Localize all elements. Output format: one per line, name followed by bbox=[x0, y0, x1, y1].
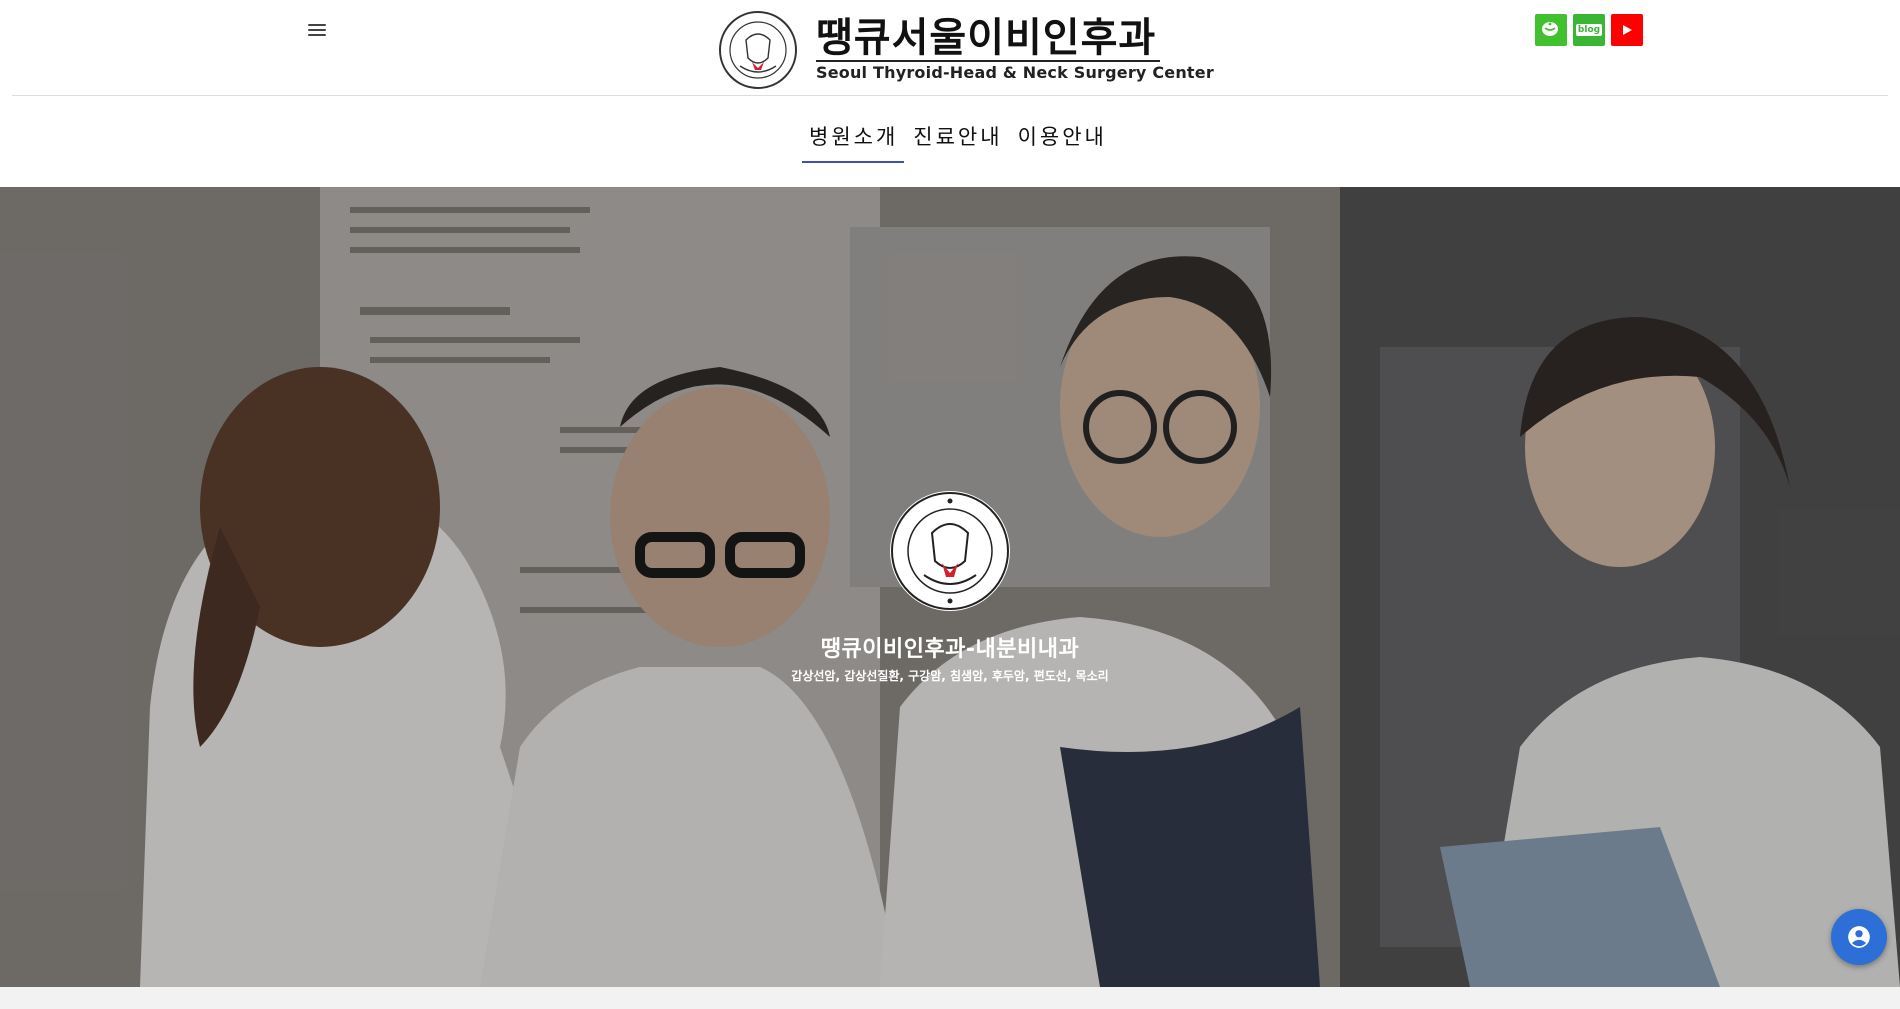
play-icon bbox=[1623, 25, 1632, 35]
logo-title: 땡큐서울이비인후과 bbox=[816, 15, 1157, 61]
cafe-link[interactable] bbox=[1535, 14, 1567, 46]
logo-subtitle: Seoul Thyroid-Head & Neck Surgery Center bbox=[816, 63, 1214, 82]
hero-content: 땡큐이비인후과-내분비내과 갑상선암, 갑상선질환, 구강암, 침샘암, 후두암… bbox=[760, 489, 1140, 684]
nav-item-about[interactable]: 병원소개 bbox=[802, 118, 905, 163]
hamburger-menu-icon[interactable] bbox=[305, 20, 329, 40]
account-float-button[interactable] bbox=[1831, 909, 1887, 965]
hospital-emblem-icon bbox=[719, 11, 797, 89]
social-links: blog bbox=[1535, 14, 1643, 46]
hero-banner: 땡큐이비인후과-내분비내과 갑상선암, 갑상선질환, 구강암, 침샘암, 후두암… bbox=[0, 187, 1900, 987]
page-bottom-strip bbox=[0, 987, 1900, 1009]
header-divider bbox=[12, 95, 1888, 96]
nav-item-guide[interactable]: 이용안내 bbox=[1011, 118, 1113, 163]
hero-title: 땡큐이비인후과-내분비내과 bbox=[820, 637, 1080, 662]
logo-divider bbox=[816, 60, 1160, 62]
main-nav: 병원소개 진료안내 이용안내 bbox=[802, 118, 1113, 163]
youtube-link[interactable] bbox=[1611, 14, 1643, 46]
cafe-cup-icon bbox=[1542, 22, 1558, 36]
nav-item-treatment[interactable]: 진료안내 bbox=[906, 118, 1008, 163]
site-logo[interactable]: 땡큐서울이비인후과 Seoul Thyroid-Head & Neck Surg… bbox=[718, 10, 1214, 92]
blog-icon: blog bbox=[1575, 24, 1603, 36]
hero-tags: 갑상선암, 갑상선질환, 구강암, 침샘암, 후두암, 편도선, 목소리 bbox=[791, 669, 1109, 683]
blog-link[interactable]: blog bbox=[1573, 14, 1605, 46]
site-header: 땡큐서울이비인후과 Seoul Thyroid-Head & Neck Surg… bbox=[0, 0, 1900, 187]
account-circle-icon bbox=[1848, 926, 1870, 948]
hospital-emblem-icon bbox=[890, 491, 1010, 611]
